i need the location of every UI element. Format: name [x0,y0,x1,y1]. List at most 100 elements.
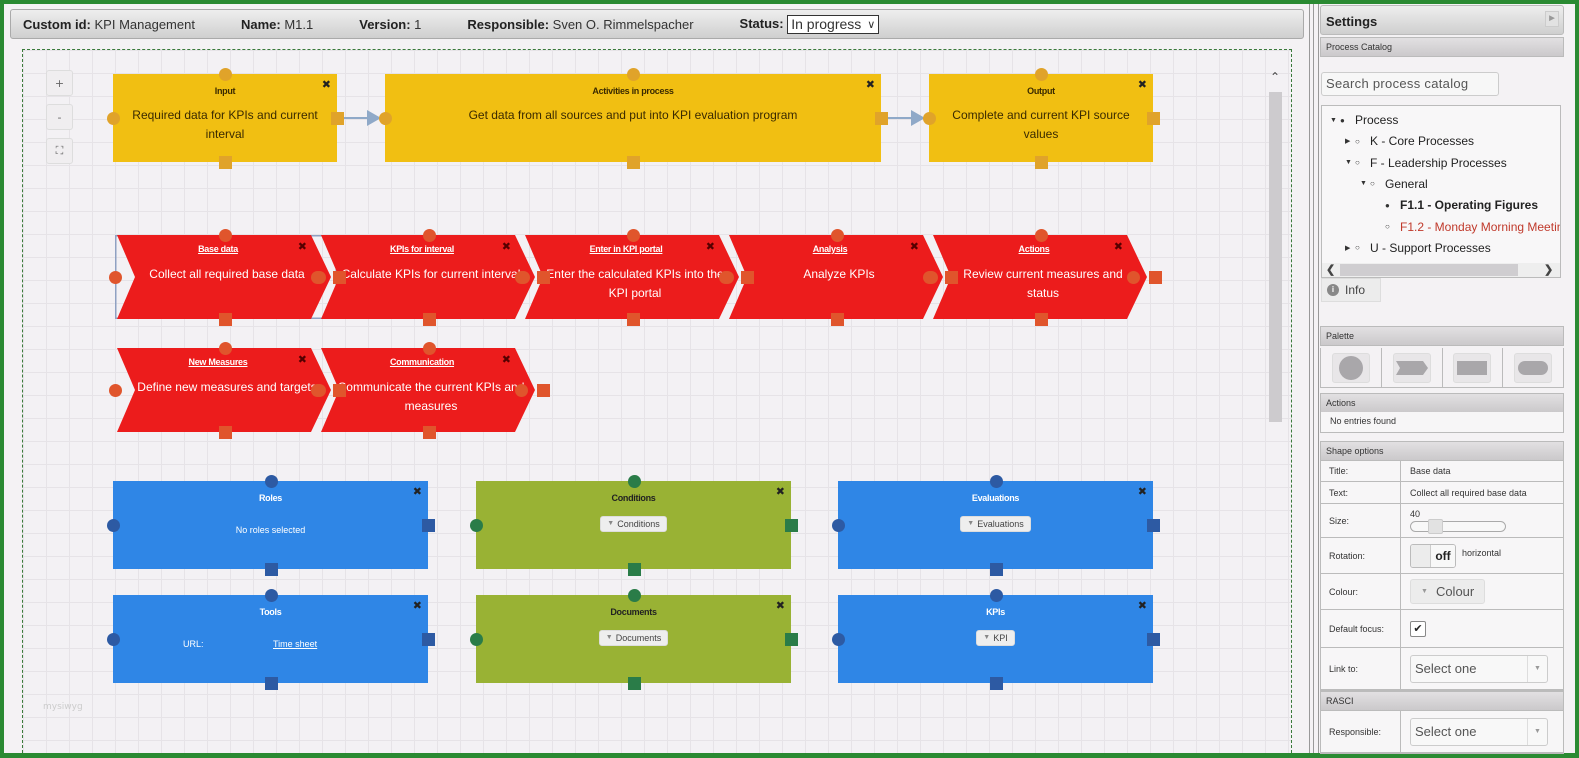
slider-handle[interactable] [1428,519,1443,534]
documents-shape[interactable]: Documents ✖ ▼ Documents [476,595,791,683]
output-port[interactable] [423,426,436,439]
input-port[interactable] [515,384,528,397]
output-port[interactable] [331,112,344,125]
scroll-right-icon[interactable]: ❯ [1544,263,1553,276]
diagram-canvas[interactable]: + - ⛶ Input ✖ Required data for KPIs and… [22,49,1292,753]
output-port[interactable] [989,563,1003,576]
shape-options-header[interactable]: Shape options [1320,441,1564,461]
palette-rounded-rect[interactable] [1514,352,1553,383]
output-port[interactable] [219,313,232,326]
expand-down-icon[interactable]: ▼ [1360,180,1370,187]
input-port[interactable] [627,68,640,81]
input-port[interactable] [313,271,326,284]
output-port[interactable] [945,271,958,284]
input-port[interactable] [923,112,936,125]
default-focus-checkbox[interactable]: ✔ [1410,620,1426,637]
size-slider[interactable] [1410,519,1506,534]
output-port[interactable] [264,677,278,690]
process-step-kpis-for-interval[interactable]: KPIs for interval ✖ Calculate KPIs for cur… [319,235,539,319]
conditions-dropdown[interactable]: ▼ Conditions [600,515,667,532]
output-port[interactable] [627,313,640,326]
input-port[interactable] [107,112,120,125]
input-port[interactable] [832,519,845,532]
rotation-toggle[interactable]: off [1410,543,1456,568]
output-port[interactable] [627,677,641,690]
text-value[interactable]: Collect all required base data [1401,482,1563,503]
close-icon[interactable]: ✖ [1138,78,1147,91]
input-port[interactable] [470,633,483,646]
tree-node[interactable]: ● F1.1 - Operating Figures [1375,198,1538,212]
expand-down-icon[interactable]: ▼ [1345,159,1355,166]
output-port[interactable] [1147,633,1160,646]
canvas-scrollbar[interactable]: ⌃ [1268,70,1282,750]
process-step-enter-in-kpi-portal[interactable]: Enter in KPI portal ✖ Enter the calculated… [523,235,743,319]
output-port[interactable] [831,313,844,326]
output-port[interactable] [422,633,435,646]
scrollbar-thumb[interactable] [1340,264,1518,276]
colour-button[interactable]: ▼ Colour [1410,579,1486,604]
input-port[interactable] [379,112,392,125]
output-port[interactable] [627,563,641,576]
input-port[interactable] [627,589,641,602]
actions-header[interactable]: Actions [1320,393,1564,413]
output-port[interactable] [1147,519,1160,532]
output-port[interactable] [989,677,1003,690]
output-port[interactable] [627,156,640,169]
palette-header[interactable]: Palette [1320,326,1564,346]
output-port[interactable] [264,563,278,576]
input-port[interactable] [423,229,436,242]
close-icon[interactable]: ✖ [502,353,511,366]
rasci-responsible-select[interactable]: Select one ▼ [1410,717,1548,746]
input-port[interactable] [107,633,120,646]
input-port[interactable] [109,271,122,284]
kpi-dropdown[interactable]: ▼ KPI [976,629,1015,646]
tree-node[interactable]: ▶ ○ K - Core Processes [1345,134,1474,148]
roles-shape[interactable]: Roles ✖ No roles selected [113,481,428,569]
process-step-communication[interactable]: Communication ✖ Communicate the current KP… [319,348,539,432]
process-step-analysis[interactable]: Analysis ✖ Analyze KPIs [727,235,947,319]
expand-right-icon[interactable]: ▶ [1345,244,1355,252]
zoom-out-button[interactable]: - [46,104,73,130]
output-port[interactable] [741,271,754,284]
input-port[interactable] [1035,229,1048,242]
close-icon[interactable]: ✖ [776,599,785,612]
output-port[interactable] [1035,313,1048,326]
input-port[interactable] [627,229,640,242]
scroll-left-icon[interactable]: ❮ [1326,263,1335,276]
conditions-shape[interactable]: Conditions ✖ ▼ Conditions [476,481,791,569]
close-icon[interactable]: ✖ [322,78,331,91]
input-shape[interactable]: Input ✖ Required data for KPIs and curre… [113,74,337,162]
activities-shape[interactable]: Activities in process ✖ Get data from al… [385,74,881,162]
zoom-in-button[interactable]: + [46,70,73,96]
close-icon[interactable]: ✖ [413,599,422,612]
output-port[interactable] [785,633,798,646]
tree-horizontal-scrollbar[interactable]: ❮ ❯ [1322,263,1560,277]
scroll-up-icon[interactable]: ⌃ [1268,70,1282,84]
output-shape[interactable]: Output ✖ Complete and current KPI source… [929,74,1153,162]
input-port[interactable] [832,633,845,646]
search-process-catalog-input[interactable]: Search process catalog [1321,72,1499,96]
input-port[interactable] [470,519,483,532]
palette-circle[interactable] [1331,352,1370,383]
input-port[interactable] [989,589,1003,602]
input-port[interactable] [517,271,530,284]
input-port[interactable] [313,384,326,397]
process-step-actions[interactable]: Actions ✖ Review current measures and stat… [931,235,1151,319]
status-select[interactable]: In progress ∨ [787,14,880,34]
close-icon[interactable]: ✖ [866,78,875,91]
evaluations-shape[interactable]: Evaluations ✖ ▼ Evaluations [838,481,1153,569]
input-port[interactable] [219,229,232,242]
link-to-select[interactable]: Select one ▼ [1410,654,1548,683]
input-port[interactable] [1035,68,1048,81]
input-port[interactable] [925,271,938,284]
documents-dropdown[interactable]: ▼ Documents [598,629,669,646]
tree-node[interactable]: ▼ ● Process [1330,113,1398,127]
output-port[interactable] [219,156,232,169]
evaluations-dropdown[interactable]: ▼ Evaluations [960,515,1031,532]
close-icon[interactable]: ✖ [1114,240,1123,253]
close-icon[interactable]: ✖ [776,485,785,498]
fit-to-screen-button[interactable]: ⛶ [46,138,73,164]
output-port[interactable] [1147,112,1160,125]
input-port[interactable] [219,342,232,355]
close-icon[interactable]: ✖ [1138,599,1147,612]
